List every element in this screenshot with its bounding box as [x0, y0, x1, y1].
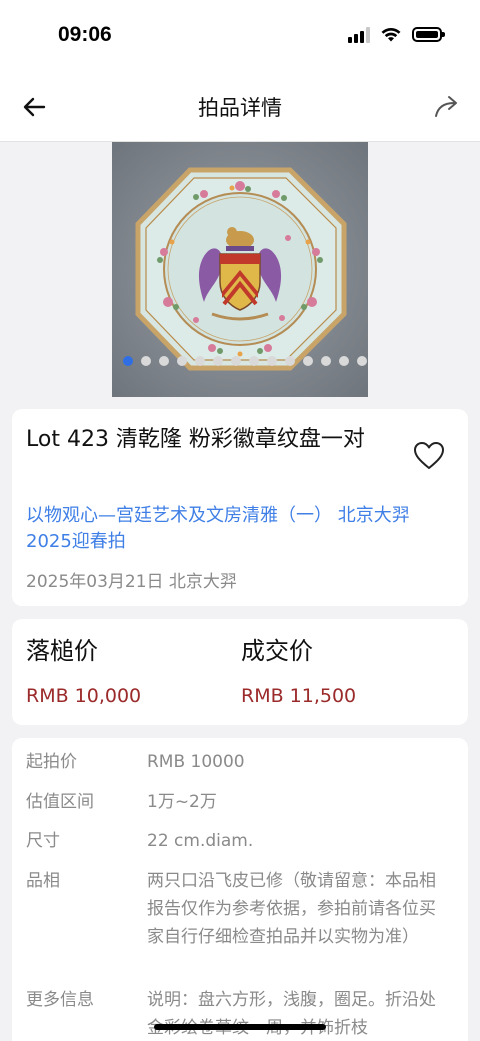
price-card: 落槌价 RMB 10,000 成交价 RMB 11,500 [12, 619, 468, 725]
battery-icon [412, 27, 445, 42]
carousel-dot[interactable] [213, 356, 223, 366]
carousel-dot[interactable] [321, 356, 331, 366]
detail-value: 1万~2万 [147, 792, 217, 812]
detail-value: 说明：盘六方形，浅腹，圈足。折沿处金彩绘卷草纹一周，并饰折枝 [147, 990, 436, 1038]
lot-title: Lot 423 清乾隆 粉彩徽章纹盘一对 [26, 427, 365, 452]
carousel-dot[interactable] [339, 356, 349, 366]
wifi-icon [381, 27, 401, 42]
detail-row-size: 尺寸 22 cm.diam. [26, 827, 456, 855]
home-indicator[interactable] [154, 1024, 326, 1030]
carousel-dot[interactable] [159, 356, 169, 366]
details-card: 起拍价 RMB 10000 估值区间 1万~2万 尺寸 22 cm.diam. … [12, 738, 468, 1041]
carousel-dot[interactable] [231, 356, 241, 366]
status-time: 09:06 [58, 23, 112, 46]
carousel-dot[interactable] [177, 356, 187, 366]
lot-detail-screen: 09:06 拍品详情 Lot 423 清乾隆 粉彩徽章纹盘一对 以物观心—宫廷艺… [0, 0, 480, 1041]
detail-key: 品相 [26, 871, 60, 891]
carousel-dot[interactable] [249, 356, 259, 366]
detail-row-condition: 品相 两只口沿飞皮已修（敬请留意：本品相报告仅作为参考依据，参拍前请各位买家自行… [26, 867, 456, 951]
detail-row-more-info: 更多信息 说明：盘六方形，浅腹，圈足。折沿处金彩绘卷草纹一周，并饰折枝 [26, 986, 456, 1041]
detail-key: 更多信息 [26, 990, 94, 1010]
image-carousel[interactable] [0, 142, 480, 397]
detail-key: 尺寸 [26, 831, 60, 851]
detail-key: 起拍价 [26, 752, 77, 772]
hammer-price-value: RMB 10,000 [26, 685, 142, 707]
nav-bar: 拍品详情 [0, 70, 480, 142]
lot-info-card: Lot 423 清乾隆 粉彩徽章纹盘一对 以物观心—宫廷艺术及文房清雅（一） 北… [12, 409, 468, 606]
carousel-dot[interactable] [303, 356, 313, 366]
deal-price-label: 成交价 [241, 637, 313, 665]
carousel-dot[interactable] [195, 356, 205, 366]
carousel-dot[interactable] [123, 356, 133, 366]
carousel-dot[interactable] [267, 356, 277, 366]
heart-outline-icon[interactable] [412, 439, 446, 473]
carousel-dots[interactable] [0, 356, 480, 366]
status-icons [348, 26, 445, 43]
detail-row-starting-price: 起拍价 RMB 10000 [26, 748, 456, 776]
carousel-dot[interactable] [357, 356, 367, 366]
deal-price: 成交价 RMB 11,500 [241, 633, 356, 707]
signal-icon [348, 26, 370, 43]
auction-date: 2025年03月21日 北京大羿 [26, 572, 237, 592]
share-icon[interactable] [432, 92, 462, 122]
detail-key: 估值区间 [26, 792, 94, 812]
page-title: 拍品详情 [198, 96, 282, 120]
status-bar: 09:06 [0, 0, 480, 70]
carousel-dot[interactable] [141, 356, 151, 366]
hammer-price: 落槌价 RMB 10,000 [26, 633, 141, 707]
deal-price-value: RMB 11,500 [241, 685, 357, 707]
hammer-price-label: 落槌价 [26, 637, 98, 665]
detail-value: 22 cm.diam. [147, 831, 254, 851]
detail-row-estimate: 估值区间 1万~2万 [26, 788, 456, 816]
detail-value: 两只口沿飞皮已修（敬请留意：本品相报告仅作为参考依据，参拍前请各位买家自行仔细检… [147, 871, 436, 947]
auction-session-link[interactable]: 以物观心—宫廷艺术及文房清雅（一） 北京大羿2025迎春拍 [26, 503, 446, 555]
detail-value: RMB 10000 [147, 752, 245, 772]
carousel-dot[interactable] [285, 356, 295, 366]
